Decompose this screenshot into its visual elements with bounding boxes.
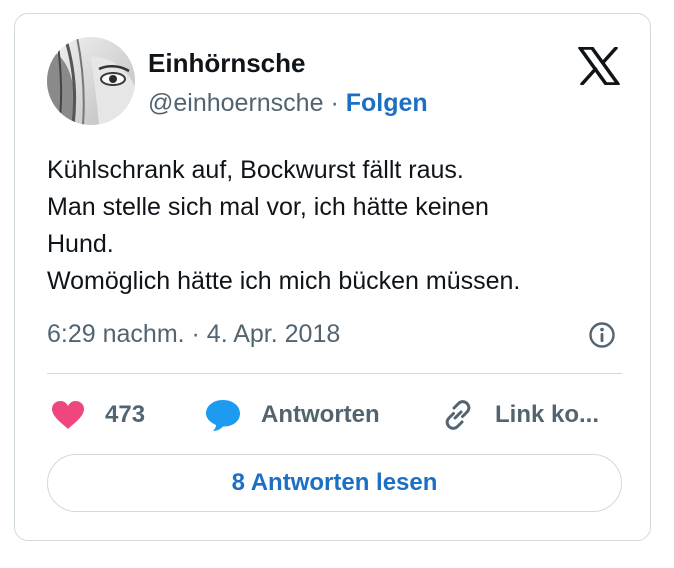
tweet-card: Einhörnsche @einhoernsche · Folgen Kühls… (14, 13, 651, 541)
separator-dot: · (330, 89, 339, 117)
tweet-line: Kühlschrank auf, Bockwurst fällt raus. (47, 156, 464, 184)
heart-icon (52, 401, 84, 429)
info-icon[interactable] (588, 321, 616, 349)
display-name[interactable]: Einhörnsche (148, 48, 305, 78)
copy-link-label: Link ko... (495, 401, 600, 428)
reply-button[interactable]: Antworten (205, 398, 380, 432)
follow-button[interactable]: Folgen (346, 89, 428, 117)
reply-label: Antworten (261, 401, 380, 428)
read-replies-label: 8 Antworten lesen (231, 469, 438, 496)
like-count: 473 (105, 401, 146, 428)
divider (47, 373, 622, 374)
tweet-text: Kühlschrank auf, Bockwurst fällt raus. M… (47, 152, 627, 300)
handle-row: @einhoernsche · Folgen (148, 88, 428, 118)
like-button[interactable]: 473 (51, 398, 145, 432)
avatar[interactable] (47, 37, 135, 125)
tweet-line: Womöglich hätte ich mich bücken müssen. (47, 267, 521, 295)
link-icon (445, 400, 471, 430)
tweet-line: Man stelle sich mal vor, ich hätte keine… (47, 193, 489, 221)
read-replies-button[interactable]: 8 Antworten lesen (47, 454, 622, 512)
tweet-timestamp[interactable]: 6:29 nachm. · 4. Apr. 2018 (47, 319, 340, 349)
user-handle[interactable]: @einhoernsche (148, 89, 324, 117)
speech-bubble-icon (206, 400, 240, 431)
tweet-line: Hund. (47, 230, 114, 258)
copy-link-button[interactable]: Link ko... (441, 398, 599, 432)
x-logo-icon[interactable] (578, 46, 620, 86)
